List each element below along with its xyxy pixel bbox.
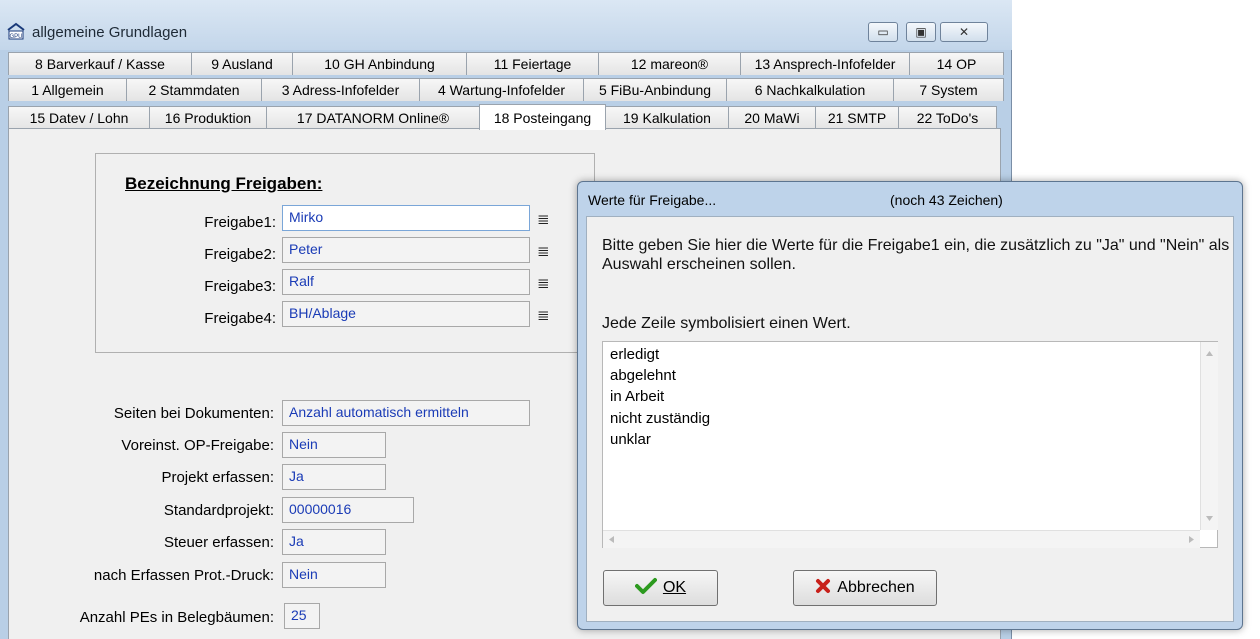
tab-datanorm-online[interactable]: 17 DATANORM Online® <box>266 106 480 129</box>
tab-mareon[interactable]: 12 mareon® <box>598 52 741 75</box>
tab-nachkalkulation[interactable]: 6 Nachkalkulation <box>726 78 894 101</box>
prot-druck-field[interactable]: Nein <box>282 562 386 588</box>
tab-todos[interactable]: 22 ToDo's <box>898 106 997 129</box>
tab-allgemein[interactable]: 1 Allgemein <box>8 78 127 101</box>
dialog-instruction: Bitte geben Sie hier die Werte für die F… <box>602 237 1230 273</box>
anzahl-pes-field[interactable]: 25 <box>284 603 320 629</box>
dialog-hint: Jede Zeile symbolisiert einen Wert. <box>602 315 851 332</box>
op-freigabe-label: Voreinst. OP-Freigabe: <box>121 437 274 454</box>
freigabe4-input[interactable]: BH/Ablage <box>282 301 530 327</box>
vertical-scrollbar[interactable] <box>1200 342 1218 530</box>
remaining-chars: (noch 43 Zeichen) <box>890 192 1003 208</box>
tab-strip: 8 Barverkauf / Kasse 9 Ausland 10 GH Anb… <box>8 52 1004 130</box>
cross-icon <box>815 578 831 599</box>
value-line: unklar <box>610 431 651 448</box>
tab-stammdaten[interactable]: 2 Stammdaten <box>126 78 262 101</box>
ok-label: OK <box>662 579 687 596</box>
cancel-button[interactable]: Abbrechen <box>793 570 937 606</box>
freigabe4-label: Freigabe4: <box>204 310 276 327</box>
tab-ansprech-infofelder[interactable]: 13 Ansprech-Infofelder <box>740 52 910 75</box>
seiten-label: Seiten bei Dokumenten: <box>113 405 274 422</box>
scroll-down-icon <box>1206 516 1213 521</box>
check-icon <box>634 577 657 600</box>
svg-text:GPU: GPU <box>9 34 22 40</box>
app-icon: GPU <box>7 22 25 40</box>
value-line: nicht zuständig <box>610 410 711 427</box>
freigabe3-list-icon[interactable]: ≣ <box>537 274 550 292</box>
tab-feiertage[interactable]: 11 Feiertage <box>466 52 599 75</box>
freigabe1-label: Freigabe1: <box>204 214 276 231</box>
freigabe3-input[interactable]: Ralf <box>282 269 530 295</box>
projekt-erfassen-label: Projekt erfassen: <box>161 469 274 486</box>
op-freigabe-field[interactable]: Nein <box>282 432 386 458</box>
cancel-label: Abbrechen <box>837 579 915 596</box>
tab-system[interactable]: 7 System <box>893 78 1004 101</box>
freigabe1-list-icon[interactable]: ≣ <box>537 210 550 228</box>
value-line: abgelehnt <box>610 367 676 384</box>
scroll-right-icon <box>1189 536 1194 543</box>
standardprojekt-field[interactable]: 00000016 <box>282 497 414 523</box>
freigabe3-label: Freigabe3: <box>204 278 276 295</box>
tab-ausland[interactable]: 9 Ausland <box>191 52 293 75</box>
freigabe2-input[interactable]: Peter <box>282 237 530 263</box>
value-line: in Arbeit <box>610 388 665 405</box>
anzahl-pes-label: Anzahl PEs in Belegbäumen: <box>79 609 274 626</box>
freigaben-title: Bezeichnung Freigaben: <box>125 174 323 193</box>
seiten-field[interactable]: Anzahl automatisch ermitteln <box>282 400 530 426</box>
freigabe2-label: Freigabe2: <box>204 246 276 263</box>
tab-kalkulation[interactable]: 19 Kalkulation <box>605 106 729 129</box>
standardprojekt-label: Standardprojekt: <box>163 502 274 519</box>
tab-gh-anbindung[interactable]: 10 GH Anbindung <box>292 52 467 75</box>
maximize-button[interactable]: ▣ <box>906 22 936 42</box>
tab-smtp[interactable]: 21 SMTP <box>815 106 899 129</box>
freigabe2-list-icon[interactable]: ≣ <box>537 242 550 260</box>
dialog-title: Werte für Freigabe... <box>588 192 717 208</box>
steuer-erfassen-field[interactable]: Ja <box>282 529 386 555</box>
tab-wartung-infofelder[interactable]: 4 Wartung-Infofelder <box>419 78 584 101</box>
tab-op[interactable]: 14 OP <box>909 52 1004 75</box>
prot-druck-label: nach Erfassen Prot.-Druck: <box>93 567 274 584</box>
freigabe4-list-icon[interactable]: ≣ <box>537 306 550 324</box>
tab-posteingang[interactable]: 18 Posteingang <box>479 104 606 130</box>
window-title: allgemeine Grundlagen <box>32 24 188 41</box>
freigabe1-input[interactable]: Mirko <box>282 205 530 231</box>
tab-adress-infofelder[interactable]: 3 Adress-Infofelder <box>261 78 420 101</box>
minimize-button[interactable]: ▭ <box>868 22 898 42</box>
tab-datev-lohn[interactable]: 15 Datev / Lohn <box>8 106 150 129</box>
steuer-erfassen-label: Steuer erfassen: <box>163 534 274 551</box>
values-textarea[interactable] <box>602 341 1218 548</box>
tab-mawi[interactable]: 20 MaWi <box>728 106 816 129</box>
scroll-up-icon <box>1206 351 1213 356</box>
tab-barverkauf[interactable]: 8 Barverkauf / Kasse <box>8 52 192 75</box>
tab-produktion[interactable]: 16 Produktion <box>149 106 267 129</box>
scroll-left-icon <box>609 536 614 543</box>
tab-fibu-anbindung[interactable]: 5 FiBu-Anbindung <box>583 78 727 101</box>
close-button[interactable]: ✕ <box>940 22 988 42</box>
ok-button[interactable]: OK <box>603 570 718 606</box>
projekt-erfassen-field[interactable]: Ja <box>282 464 386 490</box>
value-line: erledigt <box>610 346 660 363</box>
horizontal-scrollbar[interactable] <box>603 530 1200 548</box>
